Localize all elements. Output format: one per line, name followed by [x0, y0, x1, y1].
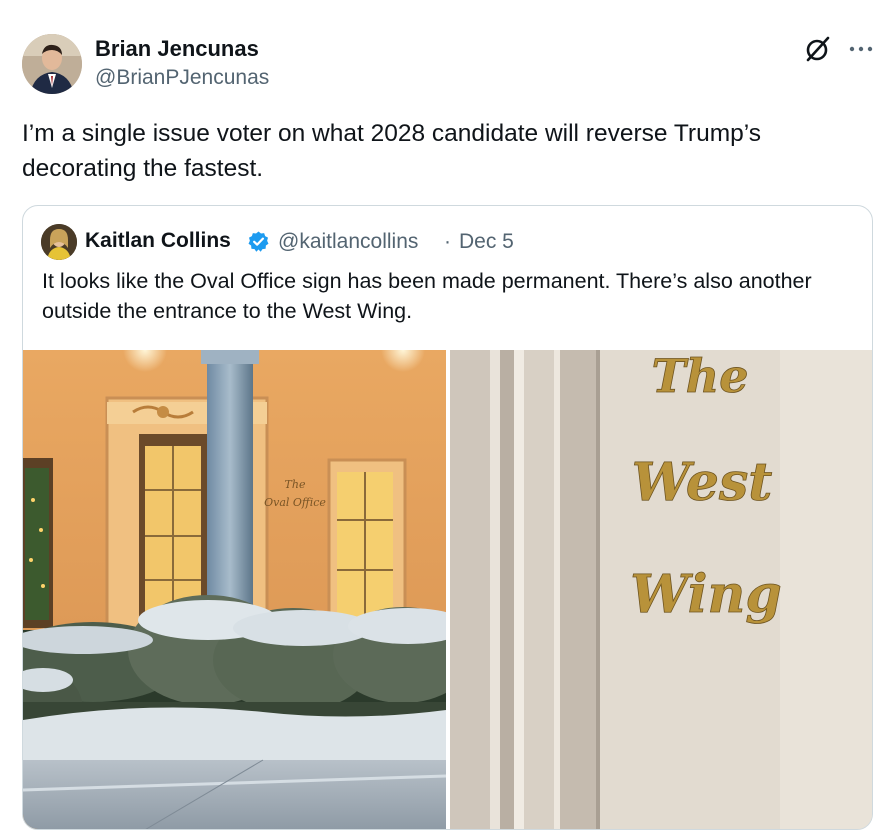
- west-wing-sign-line3: Wing: [630, 564, 781, 625]
- quoted-tweet-text: It looks like the Oval Office sign has b…: [42, 269, 812, 323]
- author-handle[interactable]: @BrianPJencunas: [95, 66, 269, 90]
- west-wing-sign-line2: West: [632, 452, 773, 513]
- quoted-author-avatar[interactable]: [41, 224, 77, 260]
- oval-office-photo[interactable]: The Oval Office: [23, 350, 446, 829]
- oval-office-sign-line2: Oval Office: [264, 496, 326, 509]
- quoted-author-name[interactable]: Kaitlan Collins: [85, 229, 231, 253]
- author-avatar[interactable]: [22, 34, 82, 94]
- separator-dot: ·: [444, 230, 451, 253]
- west-wing-photo[interactable]: The West Wing: [450, 350, 872, 829]
- verified-badge-icon: [247, 230, 270, 253]
- author-name[interactable]: Brian Jencunas: [95, 36, 259, 62]
- grok-icon[interactable]: [803, 34, 833, 64]
- quoted-tweet-date[interactable]: Dec 5: [459, 230, 514, 254]
- quoted-tweet-card[interactable]: Kaitlan Collins @kaitlancollins · Dec 5 …: [22, 205, 873, 830]
- more-icon[interactable]: [846, 34, 876, 64]
- quoted-author-handle[interactable]: @kaitlancollins: [278, 230, 418, 254]
- tweet-text: I’m a single issue voter on what 2028 ca…: [22, 120, 761, 182]
- oval-office-sign-line1: The: [285, 478, 306, 491]
- west-wing-sign-line1: The: [652, 350, 749, 403]
